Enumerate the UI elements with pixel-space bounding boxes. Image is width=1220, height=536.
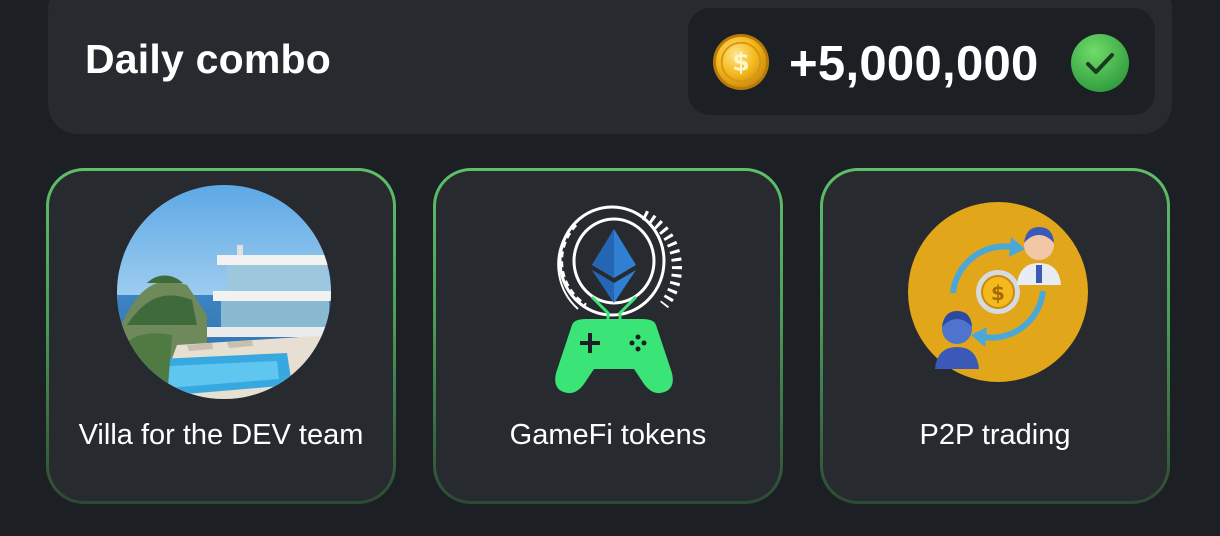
card-label-villa: Villa for the DEV team — [78, 419, 364, 451]
daily-combo-title: Daily combo — [85, 36, 331, 82]
reward-pill: $ +5,000,000 — [688, 8, 1155, 115]
villa-image — [117, 185, 331, 399]
coin-icon: $ — [712, 33, 770, 91]
daily-combo-screen: Daily combo $ +5,000,000 Villa for the D… — [0, 0, 1220, 536]
combo-card-p2p[interactable]: $ P2P trading — [820, 168, 1170, 504]
combo-card-gamefi[interactable]: GameFi tokens — [433, 168, 783, 504]
reward-amount: +5,000,000 — [789, 37, 1039, 91]
daily-combo-header: Daily combo $ +5,000,000 — [48, 0, 1172, 134]
combo-card-villa[interactable]: Villa for the DEV team — [46, 168, 396, 504]
card-label-gamefi: GameFi tokens — [509, 419, 707, 451]
check-icon — [1071, 34, 1129, 92]
card-label-p2p: P2P trading — [919, 419, 1071, 451]
svg-text:$: $ — [991, 281, 1005, 305]
p2p-trading-icon: $ — [908, 202, 1088, 382]
gamepad-ethereum-icon — [555, 205, 682, 394]
svg-text:$: $ — [732, 48, 749, 77]
